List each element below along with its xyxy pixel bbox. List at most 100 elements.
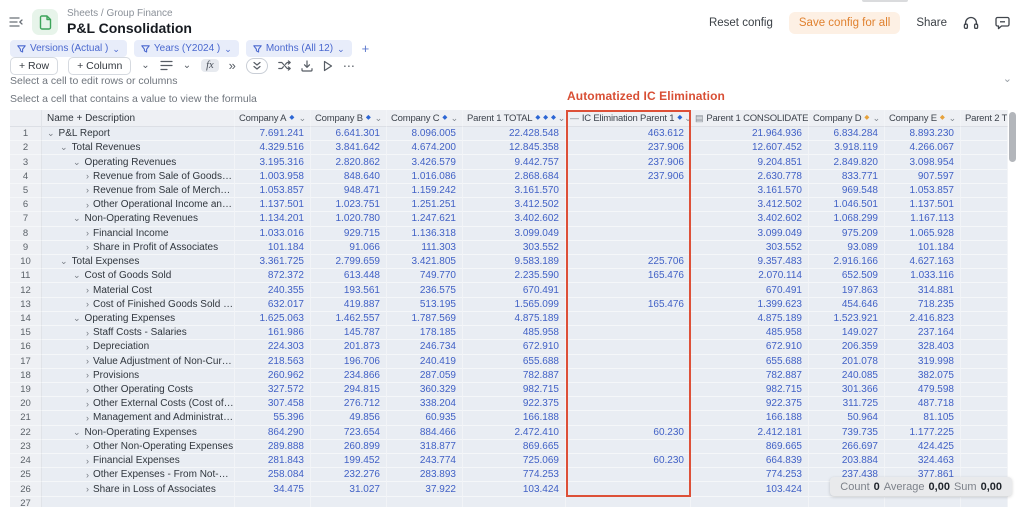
cell-parent1Total[interactable]: 774.253 [463,468,566,482]
cell-parent1Consolidated[interactable]: 782.887 [691,369,809,383]
expand-row-icon[interactable]: › [86,299,89,309]
cell-parent1Consolidated[interactable]: 4.875.189 [691,312,809,326]
cell-companyB[interactable]: 276.712 [311,397,387,411]
expand-row-icon[interactable]: › [86,228,89,238]
cell-companyA[interactable]: 34.475 [235,482,311,496]
cell-parent2Total[interactable] [961,212,1008,226]
cell-parent1Consolidated[interactable]: 9.204.851 [691,155,809,169]
name-cell[interactable]: ⌄Operating Revenues [42,155,235,169]
shuffle-icon[interactable] [278,60,291,71]
column-header-icEliminationParent1[interactable]: —IC Elimination Parent 1◆⌄ [566,110,691,127]
cell-companyB[interactable]: 49.856 [311,411,387,425]
cell-companyC[interactable]: 246.734 [387,340,463,354]
cell-companyC[interactable]: 749.770 [387,269,463,283]
row-number[interactable]: 12 [10,283,42,297]
cell-companyC[interactable] [387,497,463,507]
cell-companyB[interactable]: 2.799.659 [311,255,387,269]
expand-columns-icon[interactable]: » [229,61,236,71]
cell-parent1Total[interactable]: 3.161.570 [463,184,566,198]
cell-parent1Total[interactable]: 922.375 [463,397,566,411]
add-column-dropdown-icon[interactable]: ⌄ [141,62,149,70]
cell-icEliminationParent1[interactable]: 237.906 [566,141,691,155]
cell-companyE[interactable]: 319.998 [885,355,961,369]
cell-companyB[interactable]: 6.641.301 [311,127,387,141]
cell-parent1Total[interactable]: 9.442.757 [463,155,566,169]
breadcrumb[interactable]: Sheets / Group Finance [67,8,192,20]
collapse-row-icon[interactable]: ⌄ [73,213,81,224]
cell-companyB[interactable]: 199.452 [311,454,387,468]
cell-icEliminationParent1[interactable]: 165.476 [566,298,691,312]
cell-companyB[interactable] [311,497,387,507]
name-cell[interactable]: ›Financial Expenses [42,454,235,468]
cell-parent2Total[interactable] [961,369,1008,383]
cell-companyC[interactable]: 1.159.242 [387,184,463,198]
cell-icEliminationParent1[interactable] [566,212,691,226]
cell-companyC[interactable]: 240.419 [387,355,463,369]
cell-icEliminationParent1[interactable] [566,227,691,241]
cell-companyD[interactable]: 266.697 [809,440,885,454]
name-cell[interactable]: ⌄Cost of Goods Sold [42,269,235,283]
cell-icEliminationParent1[interactable]: 237.906 [566,170,691,184]
cell-companyD[interactable]: 2.916.166 [809,255,885,269]
cell-icEliminationParent1[interactable] [566,198,691,212]
cell-parent1Total[interactable]: 4.875.189 [463,312,566,326]
row-number[interactable]: 16 [10,340,42,354]
cell-companyA[interactable]: 161.986 [235,326,311,340]
cell-parent2Total[interactable] [961,198,1008,212]
expand-row-icon[interactable]: › [86,470,89,480]
cell-companyE[interactable]: 324.463 [885,454,961,468]
cell-companyA[interactable]: 872.372 [235,269,311,283]
cell-companyE[interactable]: 424.425 [885,440,961,454]
row-number[interactable]: 18 [10,369,42,383]
cell-companyD[interactable]: 206.359 [809,340,885,354]
cell-parent2Total[interactable] [961,383,1008,397]
cell-companyB[interactable]: 31.027 [311,482,387,496]
cell-companyD[interactable]: 833.771 [809,170,885,184]
reset-config-button[interactable]: Reset config [709,17,773,29]
cell-companyB[interactable]: 3.841.642 [311,141,387,155]
name-cell[interactable]: ›Other Non-Operating Expenses [42,440,235,454]
cell-companyD[interactable]: 454.646 [809,298,885,312]
name-cell[interactable]: ›Other Operating Costs [42,383,235,397]
cell-companyE[interactable]: 4.627.163 [885,255,961,269]
column-header-parent1Consolidated[interactable]: ▤Parent 1 CONSOLIDATED◆⌄ [691,110,809,127]
name-cell[interactable]: ›Provisions [42,369,235,383]
more-options-icon[interactable]: ⋯ [343,59,356,73]
cell-icEliminationParent1[interactable] [566,482,691,496]
collapse-all-button[interactable] [246,58,268,74]
download-icon[interactable] [301,60,313,72]
cell-parent1Consolidated[interactable]: 3.099.049 [691,227,809,241]
chevron-down-icon[interactable]: ⌄ [183,62,191,70]
row-options-icon[interactable] [160,60,173,71]
cell-parent1Consolidated[interactable]: 12.607.452 [691,141,809,155]
cell-companyA[interactable]: 281.843 [235,454,311,468]
cell-companyA[interactable]: 327.572 [235,383,311,397]
cell-companyE[interactable]: 328.403 [885,340,961,354]
cell-companyD[interactable]: 1.068.299 [809,212,885,226]
name-cell[interactable]: ›Revenue from Sale of Goods and... [42,170,235,184]
column-header-companyC[interactable]: Company C◆⌄ [387,110,463,127]
row-number[interactable]: 27 [10,497,42,507]
cell-companyD[interactable]: 739.735 [809,426,885,440]
cell-parent1Consolidated[interactable]: 982.715 [691,383,809,397]
cell-parent2Total[interactable] [961,184,1008,198]
name-cell[interactable]: ⌄Total Expenses [42,255,235,269]
cell-companyC[interactable]: 1.136.318 [387,227,463,241]
cell-companyD[interactable] [809,497,885,507]
cell-companyD[interactable]: 203.884 [809,454,885,468]
name-cell[interactable]: ⌄Operating Expenses [42,312,235,326]
support-headset-icon[interactable] [963,16,979,30]
name-cell[interactable]: ›Other External Costs (Cost of Services) [42,397,235,411]
cell-companyC[interactable]: 360.329 [387,383,463,397]
cell-icEliminationParent1[interactable]: 237.906 [566,155,691,169]
row-number[interactable]: 10 [10,255,42,269]
collapse-row-icon[interactable]: ⌄ [73,427,81,438]
share-button[interactable]: Share [916,17,947,29]
cell-parent1Total[interactable]: 3.402.602 [463,212,566,226]
expand-row-icon[interactable]: › [86,441,89,451]
cell-parent1Total[interactable] [463,497,566,507]
cell-parent2Total[interactable] [961,497,1008,507]
cell-parent1Consolidated[interactable]: 2.412.181 [691,426,809,440]
cell-companyE[interactable]: 8.893.230 [885,127,961,141]
cell-companyA[interactable]: 240.355 [235,283,311,297]
